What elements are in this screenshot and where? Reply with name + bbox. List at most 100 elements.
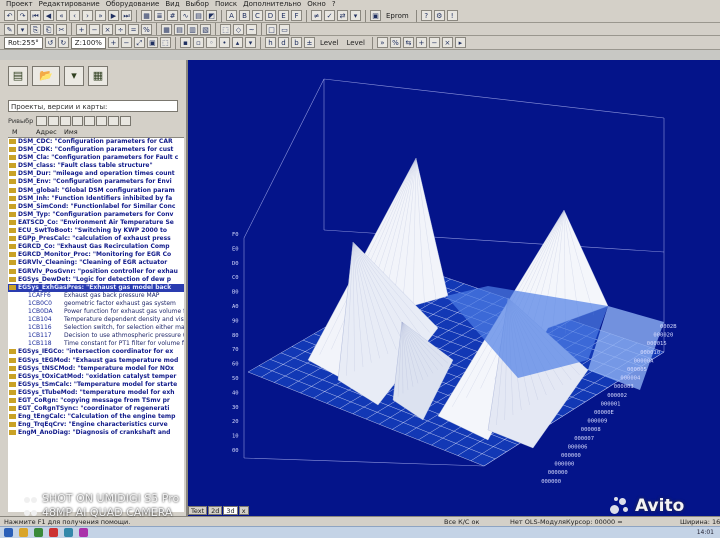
- menu-item[interactable]: ?: [332, 0, 336, 8]
- list-item[interactable]: EGSys_tOxiCatMod: "oxidation catalyst te…: [8, 373, 184, 381]
- pin-icon[interactable]: ✎: [4, 23, 15, 35]
- app-3-icon[interactable]: [79, 528, 88, 537]
- list-item[interactable]: Eng_TrqEqCrv: "Engine characteristics cu…: [8, 421, 184, 429]
- copy-icon[interactable]: ⎘: [30, 23, 41, 35]
- view-3d-icon[interactable]: ◩: [206, 10, 217, 21]
- menu-item[interactable]: Проект: [6, 0, 33, 8]
- select-icon[interactable]: ▣: [146, 37, 158, 48]
- open-folder-icon[interactable]: 📂: [32, 66, 60, 86]
- view-list-icon[interactable]: ≣: [154, 10, 165, 21]
- list-item[interactable]: EGSys_tSmCalc: "Temperature model for st…: [8, 381, 184, 389]
- menu-item[interactable]: Выбор: [186, 0, 209, 8]
- filter-button-icon[interactable]: [96, 116, 108, 126]
- divide-icon[interactable]: ÷: [115, 23, 126, 35]
- list-item[interactable]: EATSCD_Co: "Environment Air Temperature …: [8, 219, 184, 227]
- list-item[interactable]: DSM_global: "Global DSM configuration pa…: [8, 187, 184, 195]
- list-item[interactable]: EGRVlv_PosGvnr: "position controller for…: [8, 268, 184, 276]
- redo-icon[interactable]: ↷: [17, 10, 28, 21]
- eprom-icon[interactable]: ▣: [370, 10, 381, 21]
- view-grid-icon[interactable]: ▦: [141, 10, 152, 21]
- eprom-label[interactable]: Eprom: [383, 12, 412, 20]
- undo-icon[interactable]: ↶: [4, 10, 15, 21]
- forward-icon[interactable]: ›: [82, 10, 93, 21]
- hex-icon[interactable]: h: [264, 37, 276, 48]
- mark-1-icon[interactable]: ▪: [179, 37, 191, 48]
- tab-3d[interactable]: 3d: [223, 506, 238, 515]
- sub-tool-icon[interactable]: −: [428, 37, 440, 48]
- map-row[interactable]: 1CB0DA Power function for exhaust gas vol…: [8, 308, 184, 316]
- map-row[interactable]: 1CAFF6 Exhaust gas back pressure MAP: [8, 292, 184, 300]
- list-item[interactable]: EGT_CoRgn: "copying message from TSmv pr: [8, 397, 184, 405]
- list-item[interactable]: DSM_Env: "Configuration parameters for E…: [8, 178, 184, 186]
- check-icon[interactable]: ✓: [324, 10, 335, 21]
- map-row[interactable]: 1CB116 Selection switch, for selection ei…: [8, 324, 184, 332]
- tool-a-icon[interactable]: A: [226, 10, 237, 21]
- list-item-selected[interactable]: EGSys_ExhGasPres: "Exhaust gas model bac…: [8, 283, 184, 292]
- swap-h-icon[interactable]: ⇆: [402, 37, 414, 48]
- double-arrow-icon[interactable]: »: [376, 37, 388, 48]
- tab-2d[interactable]: 2d: [208, 506, 223, 515]
- menu-item[interactable]: Оборудование: [106, 0, 160, 8]
- mark-4-icon[interactable]: •: [218, 37, 230, 48]
- map-row[interactable]: 1CB118 Time constant for PT1 filter for v…: [8, 340, 184, 348]
- bin-icon[interactable]: b: [290, 37, 302, 48]
- zoom-out-icon[interactable]: −: [120, 37, 132, 48]
- list-item[interactable]: DSM_CDC: "Configuration parameters for C…: [8, 138, 184, 146]
- mark-2-icon[interactable]: ▫: [192, 37, 204, 48]
- grid-icon[interactable]: ▦: [161, 23, 172, 35]
- fit-icon[interactable]: ⤢: [133, 37, 145, 48]
- app-2-icon[interactable]: [64, 528, 73, 537]
- prev-icon[interactable]: ◀: [43, 10, 54, 21]
- list-item[interactable]: EGSys_DewDet: "Logic for detection of de…: [8, 276, 184, 284]
- menu-item[interactable]: Дополнительно: [243, 0, 301, 8]
- col-name[interactable]: Имя: [64, 128, 78, 137]
- map-row[interactable]: 1CB117 Decision to use athmospheric press…: [8, 332, 184, 340]
- filter-button-icon[interactable]: [120, 116, 132, 126]
- rotation-field[interactable]: Rot:255°: [4, 36, 43, 49]
- filter-button-icon[interactable]: [72, 116, 84, 126]
- compare-icon[interactable]: ≠: [311, 10, 322, 21]
- rewind-icon[interactable]: «: [56, 10, 67, 21]
- first-icon[interactable]: ⏮: [30, 10, 41, 21]
- next-icon[interactable]: ▶: [108, 10, 119, 21]
- list-item[interactable]: EGRCD_Monitor_Proc: "Monitoring for EGR …: [8, 251, 184, 259]
- help-icon[interactable]: ?: [420, 10, 432, 21]
- menu-item[interactable]: Вид: [165, 0, 179, 8]
- mul-tool-icon[interactable]: ×: [441, 37, 453, 48]
- list-item[interactable]: EngM_AnoDiag: "Diagnosis of crankshaft a…: [8, 429, 184, 437]
- fast-forward-icon[interactable]: »: [95, 10, 106, 21]
- page-icon[interactable]: □: [266, 23, 277, 35]
- tool-c-icon[interactable]: C: [252, 10, 263, 21]
- 3d-map-view[interactable]: F0 E0 D0 C0 B0 A0 90 80 70 60 50 40 30 20 10 00 0002B 000…: [188, 60, 720, 516]
- zoom-in-icon[interactable]: +: [107, 37, 119, 48]
- tab-x[interactable]: x: [238, 506, 249, 515]
- grid-large-icon[interactable]: ▥: [187, 23, 198, 35]
- browser-icon[interactable]: [49, 528, 58, 537]
- tool-d-icon[interactable]: D: [265, 10, 276, 21]
- list-item[interactable]: DSM_Cla: "Configuration parameters for F…: [8, 154, 184, 162]
- tool-last-icon[interactable]: ▸: [454, 37, 466, 48]
- list-item[interactable]: EGT_CoRgnTSync: "coordinator of regenera…: [8, 405, 184, 413]
- list-item[interactable]: DSM_CDK: "Configuration parameters for c…: [8, 146, 184, 154]
- selection-icon[interactable]: ⬚: [220, 23, 231, 35]
- view-hex-icon[interactable]: #: [167, 10, 178, 21]
- last-icon[interactable]: ⏭: [121, 10, 132, 21]
- back-icon[interactable]: ‹: [69, 10, 80, 21]
- swap-icon[interactable]: ⇄: [337, 10, 348, 21]
- add-tool-icon[interactable]: +: [415, 37, 427, 48]
- page-2-icon[interactable]: ▭: [279, 23, 290, 35]
- dropdown-arrow-icon[interactable]: ▾: [64, 66, 84, 86]
- grid-col-icon[interactable]: ▧: [200, 23, 211, 35]
- tool-b-icon[interactable]: B: [239, 10, 250, 21]
- smooth-icon[interactable]: ~: [246, 23, 257, 35]
- list-item[interactable]: DSM_Inh: "Function Identifiers inhibited…: [8, 195, 184, 203]
- save-icon[interactable]: ▦: [88, 66, 108, 86]
- col-address[interactable]: Адрес: [36, 128, 57, 137]
- level-label[interactable]: Level: [317, 39, 341, 47]
- frame-icon[interactable]: ⬚: [159, 37, 171, 48]
- arrow-down-icon[interactable]: ▾: [350, 10, 361, 21]
- list-item[interactable]: EGPp_PresCalc: "calculation of exhaust p…: [8, 235, 184, 243]
- list-item[interactable]: EGSys_tTubeMod: "temperature model for e…: [8, 389, 184, 397]
- dropdown-icon[interactable]: ▾: [17, 23, 28, 35]
- filter-button-icon[interactable]: [60, 116, 72, 126]
